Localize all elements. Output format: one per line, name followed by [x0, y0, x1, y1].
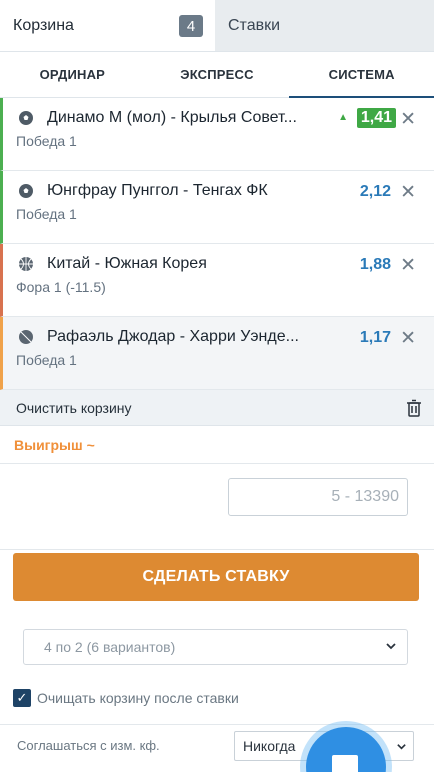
bet-outcome: Победа 1: [16, 352, 77, 368]
clear-cart-label: Очистить корзину: [16, 399, 132, 416]
remove-bet-icon[interactable]: ✕: [400, 181, 416, 204]
soccer-ball-icon: [19, 111, 33, 125]
trash-icon[interactable]: [406, 399, 422, 417]
bet-mode-tabs: ОРДИНАР ЭКСПРЕСС СИСТЕМА: [0, 52, 434, 98]
chevron-down-icon: [397, 744, 406, 750]
accept-changes-label: Соглашаться с изм. кф.: [17, 738, 160, 753]
bet-outcome: Победа 1: [16, 206, 77, 222]
bet-outcome: Фора 1 (-11.5): [16, 279, 106, 295]
bet-odd: 1,88: [359, 256, 391, 273]
bet-event: Юнгфрау Пунггол - Тенгах ФК: [47, 182, 268, 199]
tab-bets[interactable]: Ставки: [215, 0, 434, 51]
cart-count-badge: 4: [179, 15, 203, 37]
chevron-down-icon: [386, 643, 396, 650]
remove-bet-icon[interactable]: ✕: [400, 327, 416, 350]
winnings-label: Выигрыш ~: [0, 426, 434, 464]
remove-bet-icon[interactable]: ✕: [400, 108, 416, 131]
stake-section: [0, 464, 434, 550]
tab-express[interactable]: ЭКСПРЕСС: [145, 52, 290, 97]
accept-changes-value: Никогда: [243, 738, 296, 754]
bet-event: Динамо М (мол) - Крылья Совет...: [47, 109, 297, 126]
stake-input[interactable]: [228, 478, 408, 516]
cart-header: Корзина 4 Ставки: [0, 0, 434, 52]
bet-item: Юнгфрау Пунггол - Тенгах ФК 2,12 ✕ Побед…: [0, 171, 434, 244]
tennis-ball-icon: [19, 330, 33, 344]
divider: [0, 724, 434, 725]
clear-after-bet-label: Очищать корзину после ставки: [37, 690, 239, 706]
bet-item: Динамо М (мол) - Крылья Совет... ▲ 1,41 …: [0, 98, 434, 171]
bet-item: Рафаэль Джодар - Харри Уэнде... 1,17 ✕ П…: [0, 317, 434, 390]
tab-cart-label: Корзина: [13, 16, 74, 34]
bet-event: Китай - Южная Корея: [47, 255, 207, 272]
clear-cart-row[interactable]: Очистить корзину: [0, 390, 434, 426]
clear-after-bet-checkbox[interactable]: ✓: [13, 689, 31, 707]
bet-outcome: Победа 1: [16, 133, 77, 149]
bet-odd: 1,41: [356, 108, 396, 128]
bet-event: Рафаэль Джодар - Харри Уэнде...: [47, 328, 299, 345]
tab-single[interactable]: ОРДИНАР: [0, 52, 145, 97]
clear-after-bet-row[interactable]: ✓ Очищать корзину после ставки: [13, 689, 239, 707]
soccer-ball-icon: [19, 184, 33, 198]
odd-up-arrow-icon: ▲: [338, 112, 348, 123]
chat-icon: [332, 755, 358, 772]
bet-odd: 2,12: [359, 183, 391, 200]
system-variant-select[interactable]: 4 по 2 (6 вариантов): [23, 629, 408, 665]
tab-cart[interactable]: Корзина 4: [0, 0, 215, 51]
make-bet-button[interactable]: СДЕЛАТЬ СТАВКУ: [13, 553, 419, 601]
system-variant-value: 4 по 2 (6 вариантов): [44, 639, 176, 655]
remove-bet-icon[interactable]: ✕: [400, 254, 416, 277]
bet-item: Китай - Южная Корея 1,88 ✕ Фора 1 (-11.5…: [0, 244, 434, 317]
basketball-icon: [19, 257, 33, 271]
tab-system[interactable]: СИСТЕМА: [289, 52, 434, 98]
bet-odd: 1,17: [359, 329, 391, 346]
